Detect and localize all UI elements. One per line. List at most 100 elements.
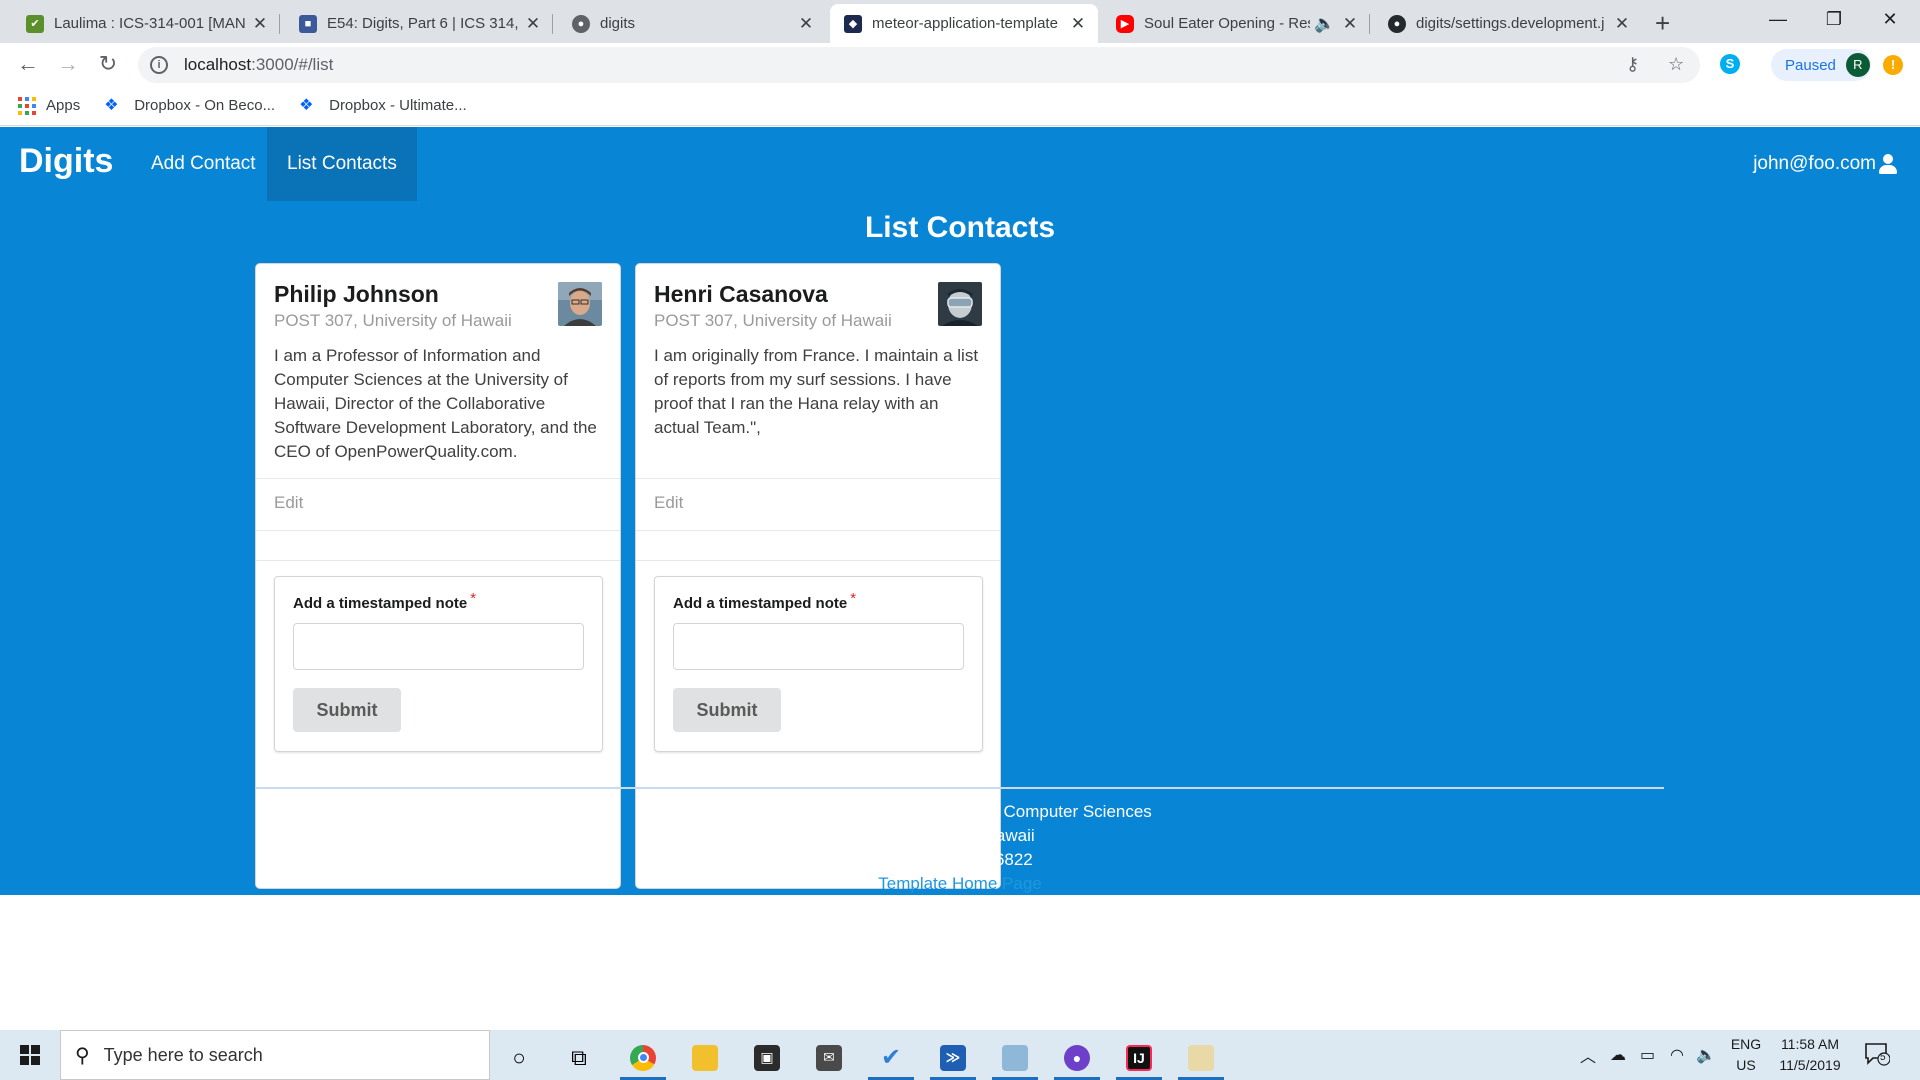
app-page: Digits Add Contact List Contacts john@fo… [0,127,1920,895]
tab-title: Laulima : ICS-314-001 [MAN [54,15,246,32]
todo-icon[interactable]: ✔ [866,1035,916,1080]
wifi-icon[interactable]: ◠ [1670,1030,1684,1080]
contact-card: Philip Johnson POST 307, University of H… [255,263,621,889]
close-icon[interactable]: ✕ [250,14,270,34]
taskbar-clock[interactable]: 11:58 AM 11/5/2019 [1770,1034,1850,1076]
notification-center-icon[interactable]: 5 [1864,1042,1891,1066]
start-button[interactable] [0,1030,60,1080]
github-desktop-icon[interactable]: ● [1052,1035,1102,1080]
close-window-button[interactable]: ✕ [1862,0,1918,40]
search-icon: ⚲ [75,1044,90,1067]
browser-tab-youtube[interactable]: ▶ Soul Eater Opening - Res 🔈 ✕ [1102,4,1370,43]
taskbar-search[interactable]: ⚲ Type here to search [60,1030,490,1080]
footer-university: University of Hawaii [885,826,1035,845]
contact-address: POST 307, University of Hawaii [274,311,512,330]
alert-icon[interactable]: ! [1883,55,1903,75]
contact-address: POST 307, University of Hawaii [654,311,892,330]
contact-photo [558,282,602,326]
nav-add-contact[interactable]: Add Contact [131,127,276,201]
paint-icon[interactable] [1176,1035,1226,1080]
task-view-icon[interactable]: ⧉ [554,1035,604,1080]
edit-link[interactable]: Edit [256,479,620,531]
template-home-link[interactable]: Template Home Page [0,872,1920,896]
speaker-icon[interactable]: 🔈 [1310,14,1340,34]
edit-link[interactable]: Edit [636,479,1000,531]
browser-tab-bar: ✔ Laulima : ICS-314-001 [MAN ✕ ■ E54: Di… [0,0,1920,43]
address-bar[interactable]: i localhost:3000/#/list ⚷ ☆ [138,47,1700,83]
bookmark-dropbox-1[interactable]: ❖ Dropbox - On Beco... [104,97,275,115]
youtube-icon: ▶ [1116,14,1134,33]
url-path: :3000/#/list [251,55,334,74]
new-tab-button[interactable]: + [1655,8,1670,39]
cortana-icon[interactable]: ○ [494,1035,544,1080]
mail-icon[interactable]: ✉ [804,1035,854,1080]
info-icon[interactable]: i [150,56,168,74]
reload-icon[interactable]: ↻ [92,49,124,81]
note-input[interactable] [673,623,964,670]
note-label: Add a timestamped note [673,595,848,612]
footer: Department of Information and Computer S… [0,800,1920,896]
submit-button[interactable]: Submit [673,688,781,732]
tab-title: digits [600,15,636,32]
browser-tab-meteor-active[interactable]: ◆ meteor-application-template ✕ [830,4,1098,43]
laulima-icon: ✔ [26,14,44,33]
chrome-glyph [630,1044,656,1071]
submit-button[interactable]: Submit [293,688,401,732]
add-note-form: Add a timestamped note * Submit [654,576,983,752]
bookmark-label: Dropbox - Ultimate... [329,97,467,114]
back-arrow-icon[interactable]: ← [12,49,44,81]
powershell-icon[interactable]: ≫ [928,1035,978,1080]
close-icon[interactable]: ✕ [1340,14,1360,34]
close-icon[interactable]: ✕ [523,14,543,34]
envelope-glyph: ✉ [816,1044,842,1071]
file-explorer-icon[interactable] [680,1035,730,1080]
search-placeholder: Type here to search [103,1044,263,1065]
battery-icon[interactable]: ▭ [1640,1030,1655,1080]
restore-button[interactable]: ❐ [1806,0,1862,40]
browser-tab-github[interactable]: ● digits/settings.development.j ✕ [1374,4,1642,43]
octocat-glyph: ● [1064,1044,1090,1071]
required-asterisk: * [470,590,477,607]
dropbox-icon: ❖ [104,96,119,114]
bag-glyph: ▣ [754,1044,780,1071]
skype-icon[interactable]: S [1720,54,1740,74]
input-language[interactable]: ENG US [1726,1034,1766,1076]
nav-list-contacts[interactable]: List Contacts [267,127,417,201]
browser-tab-digits[interactable]: ● digits ✕ [558,4,826,43]
note-input[interactable] [293,623,584,670]
bookmark-dropbox-2[interactable]: ❖ Dropbox - Ultimate... [299,97,467,115]
tab-separator [1369,14,1370,34]
card-extra-section [256,531,620,561]
contact-photo [938,282,982,326]
note-label: Add a timestamped note [293,595,468,612]
windows-taskbar: ⚲ Type here to search ○ ⧉ ▣ ✉ ✔ ≫ ● IJ ︿… [0,1030,1920,1080]
star-icon[interactable]: ☆ [1668,54,1684,75]
palette-glyph [1188,1044,1214,1071]
user-menu[interactable]: john@foo.com [1753,127,1898,201]
intellij-icon[interactable]: IJ [1114,1035,1164,1080]
close-icon[interactable]: ✕ [796,14,816,34]
bookmark-apps[interactable]: Apps [18,96,80,115]
key-icon[interactable]: ⚷ [1626,54,1639,75]
footer-divider [256,787,1664,789]
prompt-glyph: ≫ [940,1044,966,1071]
bookmarks-bar: Apps ❖ Dropbox - On Beco... ❖ Dropbox - … [0,86,1920,126]
chrome-icon[interactable] [618,1035,668,1080]
close-icon[interactable]: ✕ [1068,14,1088,34]
profile-paused-button[interactable]: Paused R [1771,49,1871,81]
minimize-button[interactable]: — [1750,0,1806,40]
onedrive-icon[interactable]: ☁ [1610,1030,1626,1080]
browser-tab-laulima[interactable]: ✔ Laulima : ICS-314-001 [MAN ✕ [12,4,280,43]
browser-tab-e54[interactable]: ■ E54: Digits, Part 6 | ICS 314, F ✕ [285,4,553,43]
store-icon[interactable]: ▣ [742,1035,792,1080]
notes-app-icon[interactable] [990,1035,1040,1080]
url-host: localhost [184,55,252,74]
close-icon[interactable]: ✕ [1612,14,1632,34]
tray-chevron-icon[interactable]: ︿ [1580,1030,1596,1080]
card-content: Henri Casanova POST 307, University of H… [636,264,1000,479]
notification-count: 5 [1880,1052,1886,1063]
brand-logo[interactable]: Digits [19,142,113,181]
ij-glyph: IJ [1126,1044,1152,1071]
volume-icon[interactable]: 🔈 [1696,1030,1716,1080]
forward-arrow-icon[interactable]: → [52,49,84,81]
